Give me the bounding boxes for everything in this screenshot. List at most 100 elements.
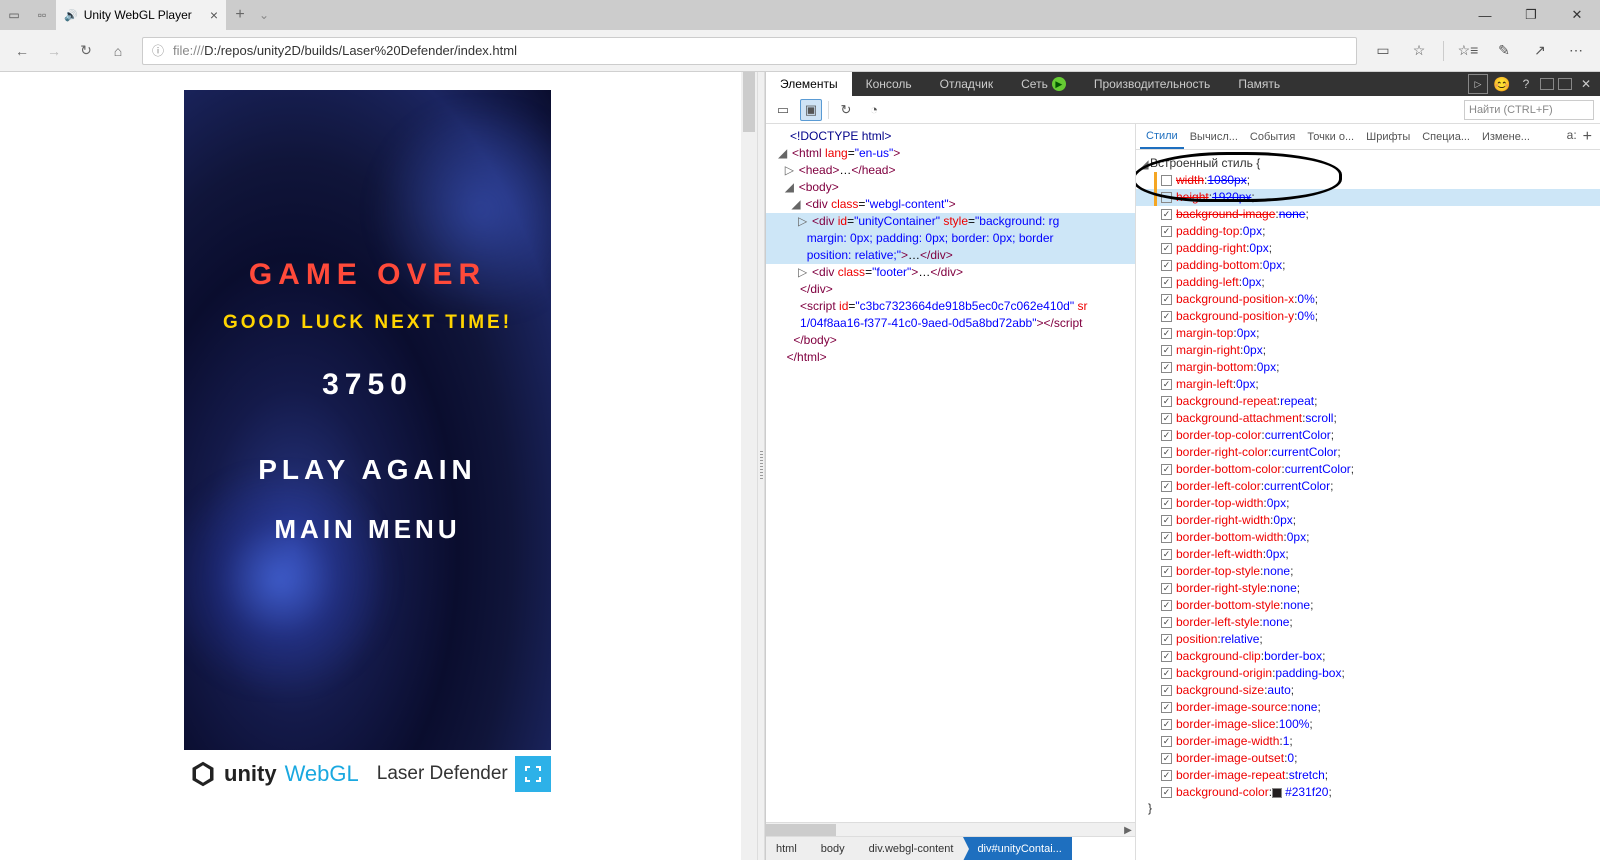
- css-prop-row[interactable]: ✓border-image-width: 1;: [1136, 733, 1600, 750]
- tab-events[interactable]: События: [1244, 124, 1301, 149]
- css-prop-row[interactable]: ✓background-position-x: 0%;: [1136, 291, 1600, 308]
- prop-checkbox[interactable]: ✓: [1161, 787, 1172, 798]
- css-prop-row[interactable]: ✓position: relative;: [1136, 631, 1600, 648]
- dom-node[interactable]: ◢ <html lang="en-us">: [766, 145, 1135, 162]
- css-prop-row[interactable]: ✓padding-top: 0px;: [1136, 223, 1600, 240]
- help-icon[interactable]: ?: [1516, 74, 1536, 94]
- pseudo-toggle[interactable]: a:: [1567, 128, 1577, 146]
- prop-checkbox[interactable]: ✓: [1161, 515, 1172, 526]
- css-prop-row[interactable]: ✓background-clip: border-box;: [1136, 648, 1600, 665]
- css-prop-row[interactable]: ✓background-position-y: 0%;: [1136, 308, 1600, 325]
- css-prop-row[interactable]: width: 1080px;: [1136, 172, 1600, 189]
- css-prop-row[interactable]: ✓border-left-width: 0px;: [1136, 546, 1600, 563]
- css-prop-row[interactable]: height: 1920px;: [1136, 189, 1600, 206]
- css-prop-row[interactable]: ✓border-image-repeat: stretch;: [1136, 767, 1600, 784]
- prop-checkbox[interactable]: ✓: [1161, 464, 1172, 475]
- color-swatch[interactable]: [1272, 788, 1282, 798]
- breadcrumb-html[interactable]: html: [766, 837, 807, 860]
- dom-node[interactable]: ▷ <div class="footer">…</div>: [766, 264, 1135, 281]
- css-prop-row[interactable]: ✓background-color: #231f20;: [1136, 784, 1600, 801]
- dom-node-selected[interactable]: position: relative;">…</div>: [766, 247, 1135, 264]
- devtools-search-input[interactable]: Найти (CTRL+F): [1464, 100, 1594, 120]
- tab-changes[interactable]: Измене...: [1476, 124, 1536, 149]
- dom-node[interactable]: </div>: [766, 281, 1135, 298]
- tab-debugger[interactable]: Отладчик: [926, 72, 1007, 96]
- prop-checkbox[interactable]: [1161, 192, 1172, 203]
- tab-performance[interactable]: Производительность: [1080, 72, 1224, 96]
- tab-elements[interactable]: Элементы: [766, 72, 852, 96]
- prop-checkbox[interactable]: ✓: [1161, 753, 1172, 764]
- select-element-icon[interactable]: ▭: [772, 99, 794, 121]
- notes-icon[interactable]: ✎: [1488, 37, 1520, 65]
- prop-checkbox[interactable]: ✓: [1161, 396, 1172, 407]
- css-prop-row[interactable]: ✓border-image-slice: 100%;: [1136, 716, 1600, 733]
- styles-rules[interactable]: ◢Встроенный стиль { width: 1080px;height…: [1136, 150, 1600, 860]
- css-prop-row[interactable]: ✓background-size: auto;: [1136, 682, 1600, 699]
- css-prop-row[interactable]: ✓padding-right: 0px;: [1136, 240, 1600, 257]
- tab-breakpoints[interactable]: Точки о...: [1301, 124, 1360, 149]
- css-prop-row[interactable]: ✓border-top-style: none;: [1136, 563, 1600, 580]
- prop-checkbox[interactable]: ✓: [1161, 668, 1172, 679]
- tab-set-aside-icon[interactable]: ▫▫: [28, 0, 56, 30]
- dom-horizontal-scrollbar[interactable]: ▶: [766, 822, 1135, 836]
- favorite-icon[interactable]: ☆: [1403, 37, 1435, 65]
- highlight-icon[interactable]: ▣: [800, 99, 822, 121]
- prop-checkbox[interactable]: ✓: [1161, 447, 1172, 458]
- css-prop-row[interactable]: ✓margin-right: 0px;: [1136, 342, 1600, 359]
- main-menu-button[interactable]: MAIN MENU: [184, 514, 551, 545]
- prop-checkbox[interactable]: ✓: [1161, 209, 1172, 220]
- refresh-button[interactable]: ↻: [72, 37, 100, 65]
- reading-view-icon[interactable]: ▭: [1367, 37, 1399, 65]
- breadcrumb-body[interactable]: body: [807, 837, 855, 860]
- css-prop-row[interactable]: ✓background-attachment: scroll;: [1136, 410, 1600, 427]
- breadcrumb-container[interactable]: div#unityContai...: [963, 837, 1071, 860]
- prop-checkbox[interactable]: ✓: [1161, 260, 1172, 271]
- css-prop-row[interactable]: ✓border-image-source: none;: [1136, 699, 1600, 716]
- prop-checkbox[interactable]: ✓: [1161, 719, 1172, 730]
- prop-checkbox[interactable]: ✓: [1161, 243, 1172, 254]
- prop-checkbox[interactable]: ✓: [1161, 277, 1172, 288]
- minimize-button[interactable]: —: [1462, 0, 1508, 30]
- css-prop-row[interactable]: ✓border-top-color: currentColor;: [1136, 427, 1600, 444]
- css-prop-row[interactable]: ✓border-top-width: 0px;: [1136, 495, 1600, 512]
- dom-node[interactable]: ◢ <body>: [766, 179, 1135, 196]
- tab-close-icon[interactable]: ×: [210, 7, 218, 23]
- css-prop-row[interactable]: ✓margin-top: 0px;: [1136, 325, 1600, 342]
- tab-styles[interactable]: Стили: [1140, 124, 1184, 149]
- css-prop-row[interactable]: ✓padding-left: 0px;: [1136, 274, 1600, 291]
- dom-tree[interactable]: <!DOCTYPE html> ◢ <html lang="en-us"> ▷ …: [766, 124, 1135, 822]
- dom-node-selected[interactable]: ▷ <div id="unityContainer" style="backgr…: [766, 213, 1135, 230]
- tab-accessibility[interactable]: Специа...: [1416, 124, 1476, 149]
- css-prop-row[interactable]: ✓border-bottom-color: currentColor;: [1136, 461, 1600, 478]
- fullscreen-button[interactable]: [515, 756, 551, 792]
- prop-checkbox[interactable]: ✓: [1161, 413, 1172, 424]
- prop-checkbox[interactable]: ✓: [1161, 294, 1172, 305]
- favorites-bar-icon[interactable]: ☆≡: [1452, 37, 1484, 65]
- home-button[interactable]: ⌂: [104, 37, 132, 65]
- new-tab-button[interactable]: +: [226, 6, 254, 24]
- prop-checkbox[interactable]: ✓: [1161, 532, 1172, 543]
- prop-checkbox[interactable]: ✓: [1161, 617, 1172, 628]
- dom-node[interactable]: </html>: [766, 349, 1135, 366]
- browser-tab-active[interactable]: 🔊 Unity WebGL Player ×: [56, 0, 226, 30]
- dom-node[interactable]: <!DOCTYPE html>: [766, 128, 1135, 145]
- css-prop-row[interactable]: ✓border-left-color: currentColor;: [1136, 478, 1600, 495]
- breadcrumb-webgl[interactable]: div.webgl-content: [855, 837, 964, 860]
- undock-icon[interactable]: [1558, 78, 1572, 90]
- prop-checkbox[interactable]: ✓: [1161, 379, 1172, 390]
- share-icon[interactable]: ↗: [1524, 37, 1556, 65]
- dock-icon[interactable]: [1540, 78, 1554, 90]
- tab-chevron-icon[interactable]: ⌄: [254, 8, 274, 22]
- inline-style-rule[interactable]: ◢Встроенный стиль {: [1136, 150, 1600, 172]
- page-scrollbar[interactable]: [741, 72, 757, 860]
- dom-node[interactable]: <script id="c3bc7323664de918b5ec0c7c062e…: [766, 298, 1135, 315]
- prop-checkbox[interactable]: ✓: [1161, 651, 1172, 662]
- prop-checkbox[interactable]: ✓: [1161, 702, 1172, 713]
- tab-network[interactable]: Сеть▶: [1007, 72, 1080, 96]
- prop-checkbox[interactable]: [1161, 175, 1172, 186]
- prop-checkbox[interactable]: ✓: [1161, 549, 1172, 560]
- url-input[interactable]: ⓘ file:///D:/repos/unity2D/builds/Laser%…: [142, 37, 1357, 65]
- tab-preview-icon[interactable]: ▭: [0, 0, 28, 30]
- css-prop-row[interactable]: ✓border-right-style: none;: [1136, 580, 1600, 597]
- tab-computed[interactable]: Вычисл...: [1184, 124, 1244, 149]
